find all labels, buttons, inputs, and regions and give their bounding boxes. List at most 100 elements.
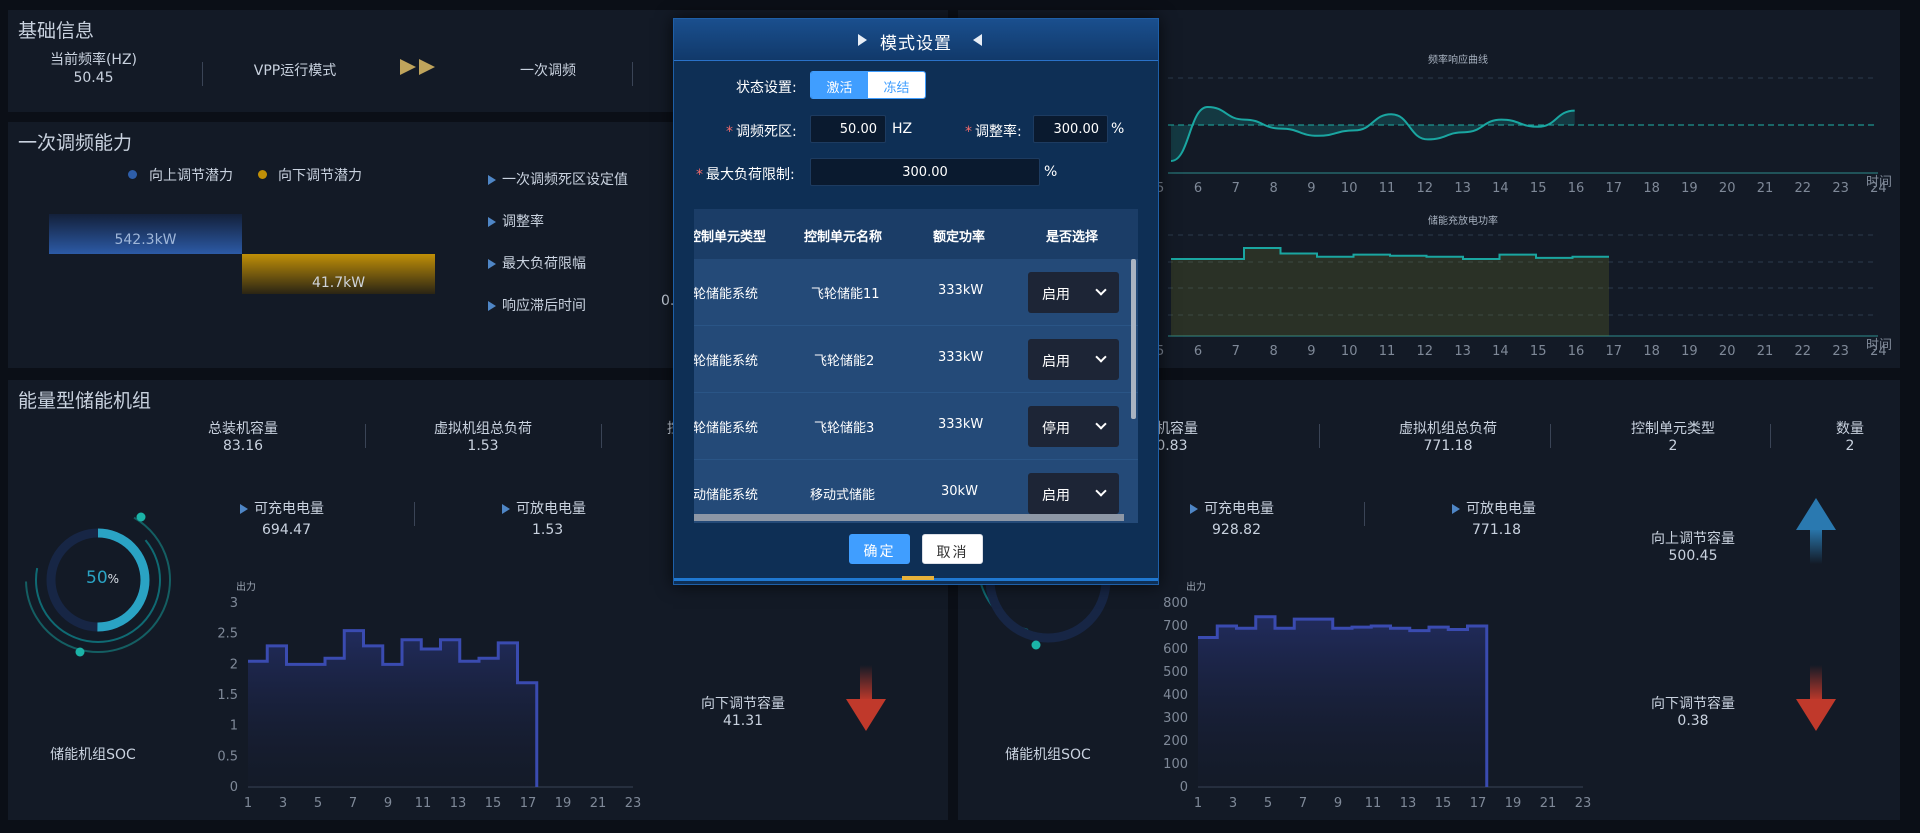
param-label: 调整率 bbox=[502, 214, 544, 230]
state-frozen-option[interactable]: 冻结 bbox=[868, 72, 925, 98]
param-label: 最大负荷限幅 bbox=[502, 256, 586, 272]
param-label: 响应滞后时间 bbox=[502, 298, 586, 314]
x-tick-label: 17 bbox=[1470, 796, 1487, 811]
x-tick-label: 7 bbox=[1299, 796, 1307, 811]
table-row[interactable]: 飞轮储能系统 飞轮储能11 333kW 启用 bbox=[694, 259, 1138, 326]
cell-type: 移动储能系统 bbox=[694, 488, 759, 503]
legend-up-dot bbox=[128, 170, 137, 179]
table-row[interactable]: 飞轮储能系统 飞轮储能3 333kW 停用 bbox=[694, 393, 1138, 460]
divider bbox=[202, 62, 203, 86]
select-dropdown[interactable]: 启用 bbox=[1028, 339, 1119, 380]
x-tick-label: 7 bbox=[349, 796, 357, 811]
x-tick-label: 18 bbox=[1643, 344, 1660, 359]
required-mark: * bbox=[696, 167, 703, 183]
cell-type: 飞轮储能系统 bbox=[694, 421, 759, 436]
param-list: 一次调频死区设定值 调整率 最大负荷限幅 响应滞后时间 0.3( bbox=[478, 162, 689, 362]
x-tick-label: 3 bbox=[1229, 796, 1237, 811]
x-tick-label: 15 bbox=[1435, 796, 1452, 811]
y-tick-label: 1 bbox=[230, 719, 238, 734]
x-tick-label: 11 bbox=[1365, 796, 1382, 811]
cancel-button[interactable]: 取消 bbox=[922, 534, 983, 564]
x-tick-label: 1 bbox=[244, 796, 252, 811]
param-item: 响应滞后时间 bbox=[488, 295, 586, 315]
x-tick-label: 6 bbox=[1194, 344, 1202, 359]
y-tick-label: 400 bbox=[1163, 688, 1188, 703]
y-tick-label: 500 bbox=[1163, 665, 1188, 680]
y-tick-label: 2 bbox=[230, 657, 238, 672]
output-area bbox=[248, 630, 537, 787]
select-value: 启用 bbox=[1042, 354, 1070, 370]
down-cap-label: 向下调节容量 bbox=[701, 696, 785, 712]
state-toggle[interactable]: 激活 冻结 bbox=[810, 71, 926, 99]
rate-unit: % bbox=[1111, 121, 1125, 137]
primary-reg-label: 一次调频 bbox=[520, 63, 576, 79]
select-dropdown[interactable]: 停用 bbox=[1028, 406, 1119, 447]
play-forward-icon bbox=[400, 59, 435, 75]
freq-value: 50.45 bbox=[73, 70, 114, 86]
x-tick-label: 17 bbox=[520, 796, 537, 811]
dialog-header: 模式设置 bbox=[674, 19, 1158, 61]
chevron-down-icon bbox=[1095, 284, 1107, 296]
cell-power: 333kW bbox=[938, 283, 984, 298]
x-tick-label: 20 bbox=[1719, 344, 1736, 359]
x-tick-label: 15 bbox=[1530, 344, 1547, 359]
x-tick-label: 9 bbox=[1307, 344, 1315, 359]
power-area bbox=[1171, 248, 1609, 336]
param-item: 最大负荷限幅 bbox=[488, 253, 586, 273]
table-row[interactable]: 飞轮储能系统 飞轮储能2 333kW 启用 bbox=[694, 326, 1138, 393]
x-tick-label: 19 bbox=[555, 796, 572, 811]
x-tick-label: 21 bbox=[1540, 796, 1557, 811]
y-tick-label: 2.5 bbox=[217, 627, 238, 642]
state-active-option[interactable]: 激活 bbox=[811, 72, 868, 98]
deadband-label: 调频死区: bbox=[736, 124, 797, 140]
select-value: 启用 bbox=[1042, 287, 1070, 303]
cell-name: 移动式储能 bbox=[810, 488, 876, 503]
select-value: 停用 bbox=[1042, 421, 1070, 437]
x-tick-label: 23 bbox=[1832, 344, 1849, 359]
x-tick-label: 19 bbox=[1681, 344, 1698, 359]
up-cap-value: 500.45 bbox=[1668, 548, 1718, 564]
down-potential-value: 41.7kW bbox=[311, 275, 366, 291]
rate-input[interactable]: 300.00 bbox=[1033, 115, 1108, 143]
x-tick-label: 15 bbox=[485, 796, 502, 811]
horizontal-scrollbar[interactable] bbox=[694, 514, 1124, 521]
param-label: 一次调频死区设定值 bbox=[502, 172, 628, 188]
y-tick-label: 0 bbox=[230, 780, 238, 795]
cell-name: 飞轮储能2 bbox=[814, 354, 875, 369]
select-dropdown[interactable]: 启用 bbox=[1028, 272, 1119, 313]
r-down-cap-label: 向下调节容量 bbox=[1651, 696, 1735, 712]
x-tick-label: 5 bbox=[314, 796, 322, 811]
y-tick-label: 300 bbox=[1163, 711, 1188, 726]
select-dropdown[interactable]: 启用 bbox=[1028, 473, 1119, 514]
y-tick-label: 100 bbox=[1163, 757, 1188, 772]
arrow-up-icon bbox=[1796, 498, 1836, 564]
y-tick-label: 600 bbox=[1163, 642, 1188, 657]
cell-type: 飞轮储能系统 bbox=[694, 354, 759, 369]
x-tick-label: 17 bbox=[1606, 344, 1623, 359]
vertical-scrollbar[interactable] bbox=[1131, 259, 1136, 419]
cell-power: 30kW bbox=[941, 484, 978, 499]
y-tick-label: 0 bbox=[1180, 780, 1188, 795]
col-header: 控制单元类型 bbox=[694, 230, 767, 245]
y-tick-label: 0.5 bbox=[217, 749, 238, 764]
deadband-input[interactable]: 50.00 bbox=[810, 115, 886, 143]
cell-name: 飞轮储能11 bbox=[811, 287, 880, 302]
param-item: 一次调频死区设定值 bbox=[488, 169, 628, 189]
chevron-down-icon bbox=[1095, 485, 1107, 497]
x-tick-label: 16 bbox=[1568, 344, 1585, 359]
x-tick-label: 13 bbox=[1454, 344, 1471, 359]
x-tick-label: 21 bbox=[1757, 344, 1774, 359]
x-tick-label: 22 bbox=[1795, 344, 1812, 359]
primary-capacity-title: 一次调频能力 bbox=[18, 132, 133, 154]
up-potential-value: 542.3kW bbox=[114, 232, 177, 248]
cell-name: 飞轮储能3 bbox=[814, 421, 875, 436]
x-tick-label: 10 bbox=[1341, 344, 1358, 359]
chevron-down-icon bbox=[1095, 351, 1107, 363]
maxload-input[interactable]: 300.00 bbox=[810, 158, 1040, 186]
mode-settings-dialog: 模式设置 状态设置: 激活 冻结 * 调频死区: 50.00 HZ * 调整率: 3… bbox=[673, 18, 1159, 585]
x-tick-label: 12 bbox=[1417, 344, 1434, 359]
confirm-button[interactable]: 确定 bbox=[849, 534, 910, 564]
x-tick-label: 19 bbox=[1505, 796, 1522, 811]
col-header: 额定功率 bbox=[933, 230, 986, 245]
state-label: 状态设置: bbox=[736, 80, 797, 96]
